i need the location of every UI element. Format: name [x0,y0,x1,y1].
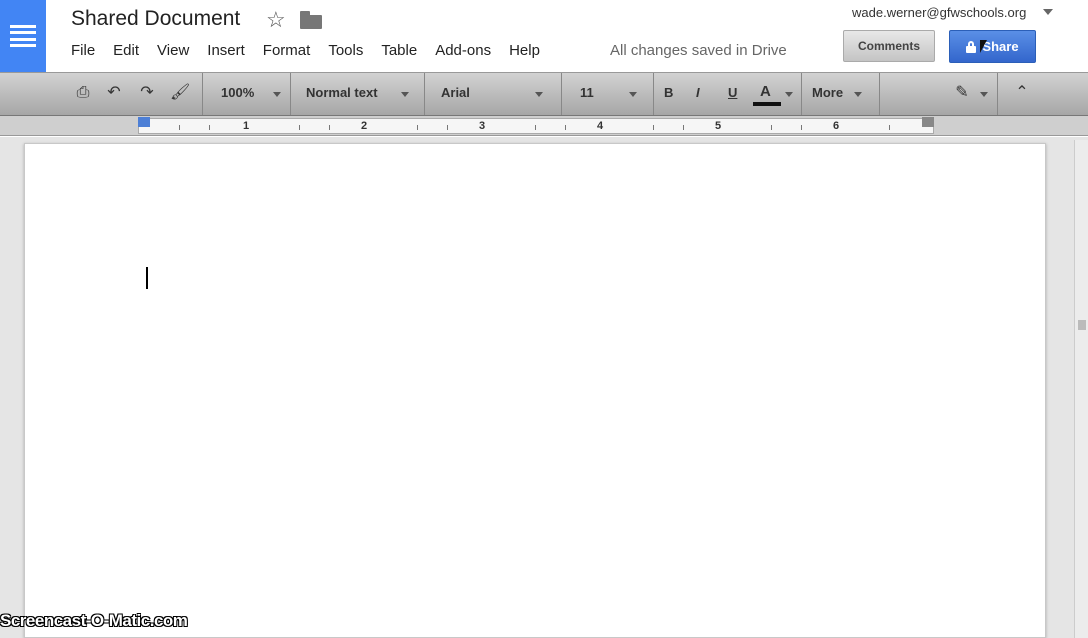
font-select[interactable]: Arial [425,73,562,115]
redo-icon[interactable]: ↷ [137,84,157,102]
mouse-pointer-icon [980,40,987,53]
menu-tools[interactable]: Tools [319,40,372,62]
zoom-caret-icon [273,92,281,97]
font-size-caret-icon [629,92,637,97]
save-status[interactable]: All changes saved in Drive [610,40,787,62]
bold-button[interactable]: B [664,85,673,100]
style-select[interactable]: Normal text [291,73,425,115]
account-email[interactable]: wade.werner@gfwschools.org [852,5,1026,20]
right-indent-marker[interactable] [922,117,934,127]
comments-button[interactable]: Comments [843,30,935,62]
italic-button[interactable]: I [696,85,700,100]
font-size-select[interactable]: 11 [562,73,654,115]
menu-edit[interactable]: Edit [104,40,148,62]
more-label: More [812,85,844,100]
menu-help[interactable]: Help [500,40,549,62]
font-size-value: 11 [580,85,594,100]
menu-format[interactable]: Format [254,40,320,62]
text-color-caret-icon[interactable] [785,92,793,97]
toolbar: ⎙ ↶ ↷ 🖌 100% Normal text Arial 11 B I U … [0,72,1088,116]
share-button[interactable]: Share [949,30,1036,63]
share-label: Share [982,39,1019,54]
editing-mode-pencil-icon[interactable]: ✎ [952,84,972,102]
menu-bar: File Edit View Insert Format Tools Table… [62,40,549,62]
docs-home-icon[interactable] [0,0,46,72]
header: Shared Document ☆ File Edit View Insert … [0,0,1088,72]
watermark: Screencast-O-Matic.com [0,611,188,630]
zoom-value: 100% [221,85,255,100]
zoom-select[interactable]: 100% [203,73,291,115]
ruler-page-area: 1 2 3 4 5 6 [138,118,934,134]
ruler-number: 6 [833,120,840,132]
left-indent-marker[interactable] [138,117,150,127]
more-button[interactable]: More [802,73,880,115]
toolbar-group-format: B I U A [654,73,802,115]
menu-insert[interactable]: Insert [198,40,254,62]
document-title[interactable]: Shared Document [71,7,240,31]
font-value: Arial [441,85,470,100]
folder-icon[interactable] [300,11,322,29]
style-caret-icon [401,92,409,97]
collapse-menu-icon[interactable]: ⌃ [1012,84,1032,102]
star-icon[interactable]: ☆ [266,8,286,32]
menu-table[interactable]: Table [372,40,426,62]
ruler-number: 1 [243,120,250,132]
account-caret-icon[interactable] [1043,9,1053,15]
more-caret-icon [854,92,862,97]
undo-icon[interactable]: ↶ [104,84,124,102]
menu-addons[interactable]: Add-ons [426,40,500,62]
ruler-number: 4 [597,120,604,132]
text-color-swatch [753,102,781,106]
document-page[interactable] [24,143,1046,638]
style-value: Normal text [306,85,378,100]
lock-icon [966,40,977,53]
toolbar-divider [997,73,998,115]
ruler-number: 2 [361,120,368,132]
menu-view[interactable]: View [148,40,198,62]
ruler-number: 5 [715,120,722,132]
print-icon[interactable]: ⎙ [73,84,93,102]
text-color-button[interactable]: A [760,83,771,100]
paint-format-icon[interactable]: 🖌 [170,84,190,102]
font-caret-icon [535,92,543,97]
vertical-scrollbar[interactable] [1074,140,1088,638]
scrollbar-thumb[interactable] [1078,320,1086,330]
underline-button[interactable]: U [728,85,737,100]
editing-mode-caret-icon[interactable] [980,92,988,97]
toolbar-group-edit: ⎙ ↶ ↷ 🖌 [0,73,203,115]
text-cursor [146,267,148,289]
menu-file[interactable]: File [62,40,104,62]
document-workspace [0,137,1088,638]
ruler-number: 3 [479,120,486,132]
